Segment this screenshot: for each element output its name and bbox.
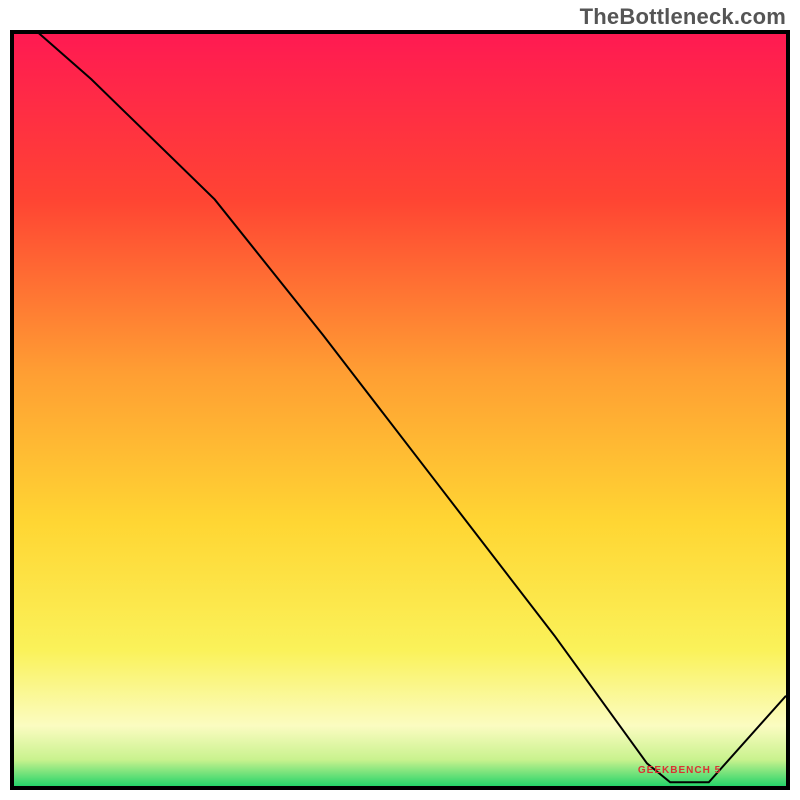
chart-container: TheBottleneck.com GEEKBENCH 5 bbox=[0, 0, 800, 800]
watermark-text: TheBottleneck.com bbox=[580, 4, 786, 30]
bottleneck-curve bbox=[14, 34, 786, 786]
optimum-label: GEEKBENCH 5 bbox=[638, 765, 721, 776]
plot-area: GEEKBENCH 5 bbox=[10, 30, 790, 790]
